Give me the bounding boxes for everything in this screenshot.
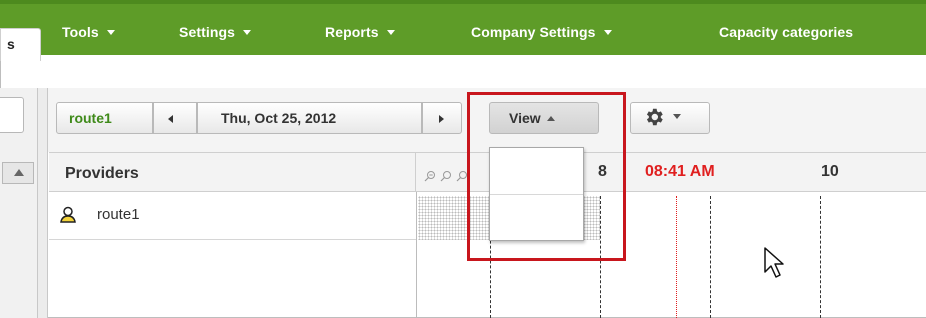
gear-icon: [646, 108, 663, 126]
nav-menu-settings-label: Settings: [179, 24, 236, 40]
route-selector-button[interactable]: route1: [56, 102, 153, 134]
providers-header-cell: Providers: [49, 153, 416, 191]
date-label: Thu, Oct 25, 2012: [221, 110, 337, 126]
nav-menu-tools-label: Tools: [62, 24, 99, 40]
current-time-line: [676, 196, 677, 318]
nav-tab-partial[interactable]: s: [0, 28, 41, 61]
scroll-up-button[interactable]: [2, 162, 34, 184]
top-nav-bar: s Tools Settings Reports Company Setting…: [0, 0, 926, 61]
left-panel-input[interactable]: [0, 97, 24, 133]
zoom-in-icon[interactable]: [440, 170, 452, 182]
providers-header-label: Providers: [65, 165, 139, 182]
nav-menu-reports-label: Reports: [325, 24, 379, 40]
nav-menu-capacity-categories-label: Capacity categories: [719, 24, 854, 40]
timeline-gridline: [710, 196, 711, 318]
scroll-up-arrow-icon: [14, 169, 24, 176]
nav-menu-reports[interactable]: Reports: [325, 24, 395, 40]
chevron-down-icon: [106, 29, 115, 35]
chevron-down-icon: [386, 29, 395, 35]
nav-menu-company-settings[interactable]: Company Settings: [471, 24, 612, 40]
highlight-annotation-box: [467, 92, 626, 261]
nav-menu-settings[interactable]: Settings: [179, 24, 252, 40]
timeline-gridline: [820, 196, 821, 318]
gear-button-content: [643, 106, 681, 128]
current-time-label: 08:41 AM: [645, 163, 715, 180]
route-selector-label: route1: [69, 110, 112, 126]
nav-tab-partial-label: s: [7, 36, 15, 52]
grid-divider: [416, 192, 417, 318]
prev-day-button[interactable]: [153, 102, 197, 134]
date-picker-button[interactable]: Thu, Oct 25, 2012: [197, 102, 422, 134]
next-day-button[interactable]: [422, 102, 462, 134]
nav-menu-company-settings-label: Company Settings: [471, 24, 596, 40]
chevron-down-icon: [603, 29, 612, 35]
provider-row[interactable]: route1: [49, 192, 417, 240]
panel-splitter[interactable]: [38, 88, 48, 318]
chevron-right-icon: [439, 115, 444, 123]
mouse-pointer-icon: [764, 247, 784, 278]
nav-menu-capacity-categories[interactable]: Capacity categories: [719, 24, 853, 40]
settings-gear-button[interactable]: [630, 102, 710, 134]
chevron-left-icon: [168, 115, 173, 123]
timeline-hour-label: 10: [821, 163, 839, 180]
nav-menu-tools[interactable]: Tools: [62, 24, 115, 40]
chevron-down-icon: [672, 113, 681, 119]
provider-name: route1: [97, 206, 140, 223]
person-icon: [60, 206, 76, 223]
zoom-out-icon[interactable]: [424, 170, 436, 182]
chevron-down-icon: [243, 29, 252, 35]
